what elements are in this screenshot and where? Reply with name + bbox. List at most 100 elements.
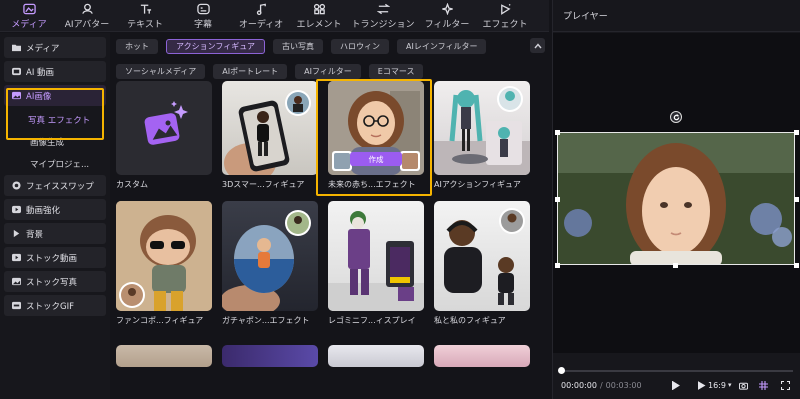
resize-handle[interactable]	[555, 197, 560, 202]
ai-video-icon	[12, 67, 21, 76]
grid-icon[interactable]	[759, 379, 768, 391]
card-label: 私と私のフィギュア	[434, 316, 506, 325]
resize-handle[interactable]	[673, 263, 678, 268]
tab-text-label: テキスト	[127, 19, 163, 30]
tab-elements[interactable]: エレメント	[290, 0, 348, 32]
template-card[interactable]	[328, 345, 424, 367]
effect-icon	[498, 3, 512, 15]
template-card[interactable]: カスタム	[116, 81, 212, 190]
chip-social-media[interactable]: ソーシャルメディア	[116, 64, 206, 79]
play-outline-icon	[698, 380, 706, 390]
tab-media[interactable]: メディア	[0, 0, 58, 32]
preview-viewport[interactable]	[553, 33, 800, 353]
chip-old-photo[interactable]: 古い写真	[273, 39, 324, 54]
anime-figure-illustration	[434, 86, 530, 175]
sidebar-item-label: メディア	[26, 43, 60, 54]
gif-icon	[12, 301, 21, 310]
chip-ai-portrait[interactable]: AIポートレート	[213, 64, 288, 79]
person-with-figure-illustration	[444, 208, 525, 305]
funko-figure-illustration	[116, 201, 212, 311]
sidebar-item-stock-photo[interactable]: ストック写真	[4, 271, 106, 292]
sidebar-item-ai-image[interactable]: AI画像	[4, 85, 106, 106]
template-card[interactable]: AIアクションフィギュア	[434, 81, 530, 190]
tab-media-label: メディア	[11, 19, 47, 30]
chip-halloween[interactable]: ハロウィン	[331, 39, 390, 54]
sidebar-item-ai-video[interactable]: AI 動画	[4, 61, 106, 82]
card-label: AIアクションフィギュア	[434, 180, 521, 189]
media-icon	[22, 3, 36, 15]
sidebar-item-background[interactable]: 背景	[4, 223, 106, 244]
sidebar-item-label: 動画強化	[26, 205, 61, 216]
template-card[interactable]: 私と私のフィギュア	[434, 201, 530, 326]
rotate-handle-icon[interactable]	[670, 111, 682, 123]
sidebar-item-label: ストック動画	[26, 253, 78, 264]
preview-frame[interactable]	[557, 132, 795, 265]
transition-icon	[376, 3, 390, 15]
play-triangle-icon	[12, 229, 21, 238]
template-thumbnail	[222, 345, 318, 367]
tab-transitions[interactable]: トランジション	[348, 0, 418, 32]
tab-effects-label: エフェクト	[482, 19, 528, 30]
chip-ai-filter[interactable]: AIフィルター	[295, 64, 361, 79]
create-button[interactable]: 作成	[350, 152, 402, 166]
resize-handle[interactable]	[794, 130, 799, 135]
aspect-ratio-label: 16:9	[708, 380, 726, 390]
template-thumbnail	[222, 81, 318, 175]
chip-hot[interactable]: ホット	[116, 39, 158, 54]
template-card[interactable]: 作成 未来の赤ち...エフェクト	[328, 81, 424, 190]
template-thumbnail	[434, 201, 530, 311]
tab-text[interactable]: テキスト	[116, 0, 174, 32]
caption-icon	[196, 3, 210, 15]
scrub-track[interactable]	[561, 370, 793, 372]
sidebar-item-media[interactable]: メディア	[4, 37, 106, 58]
template-card[interactable]: ファンコポ...フィギュア	[116, 201, 212, 326]
scrub-handle[interactable]	[558, 367, 565, 374]
sidebar-item-stock-video[interactable]: ストック動画	[4, 247, 106, 268]
fullscreen-icon[interactable]	[781, 379, 790, 391]
resize-handle[interactable]	[794, 263, 799, 268]
audio-icon	[254, 3, 268, 15]
aspect-ratio-select[interactable]: 16:9 ▾	[697, 379, 731, 391]
template-card[interactable]: レゴミニフ...ィスプレイ	[328, 201, 424, 326]
collapse-chips-button[interactable]	[530, 38, 545, 53]
tab-effects[interactable]: エフェクト	[476, 0, 534, 32]
tab-ai-avatar-label: AIアバター	[64, 19, 110, 30]
template-thumbnail	[116, 345, 212, 367]
template-card[interactable]	[116, 345, 212, 367]
play-icon[interactable]	[671, 379, 680, 391]
resize-handle[interactable]	[555, 263, 560, 268]
snapshot-icon[interactable]	[739, 379, 748, 391]
resize-handle[interactable]	[794, 197, 799, 202]
tab-transitions-label: トランジション	[351, 19, 415, 30]
card-label: 3Dスマー...フィギュア	[222, 180, 305, 189]
sidebar-item-face-swap[interactable]: フェイススワップ	[4, 175, 106, 196]
template-card[interactable]	[222, 345, 318, 367]
template-thumbnail	[434, 345, 530, 367]
filter-icon	[440, 2, 454, 15]
chevron-up-icon	[533, 42, 542, 48]
tab-audio[interactable]: オーディオ	[232, 0, 290, 32]
player-title: プレイヤー	[553, 0, 800, 32]
template-card[interactable]: ガチャポン...エフェクト	[222, 201, 318, 326]
tab-ai-avatar[interactable]: AIアバター	[58, 0, 116, 32]
template-thumbnail	[222, 201, 318, 311]
resize-handle[interactable]	[555, 130, 560, 135]
chip-action-figure[interactable]: アクションフィギュア	[166, 39, 266, 54]
tab-filters[interactable]: フィルター	[418, 0, 476, 32]
template-card[interactable]	[434, 345, 530, 367]
sidebar-sub-my-projects[interactable]: マイプロジェ...	[4, 153, 106, 175]
card-label: ファンコポ...フィギュア	[116, 316, 204, 325]
sidebar-item-label: 背景	[26, 229, 44, 240]
sidebar-item-video-enhance[interactable]: 動画強化	[4, 199, 106, 220]
tab-elements-label: エレメント	[296, 19, 342, 30]
tab-captions[interactable]: 字幕	[174, 0, 232, 32]
sidebar-item-label: フェイススワップ	[26, 181, 94, 192]
template-card[interactable]: 3Dスマー...フィギュア	[222, 81, 318, 190]
template-thumbnail	[434, 81, 530, 175]
preview-child-photo	[558, 133, 794, 264]
sidebar-item-stock-gif[interactable]: ストックGIF	[4, 295, 106, 316]
sidebar-sub-photo-effects[interactable]: 写真 エフェクト	[4, 109, 106, 131]
chip-ai-rain-filter[interactable]: AIレインフィルター	[397, 39, 487, 54]
chip-ecommerce[interactable]: Eコマース	[368, 64, 424, 79]
sidebar-sub-image-generation[interactable]: 画像生成	[4, 131, 106, 153]
